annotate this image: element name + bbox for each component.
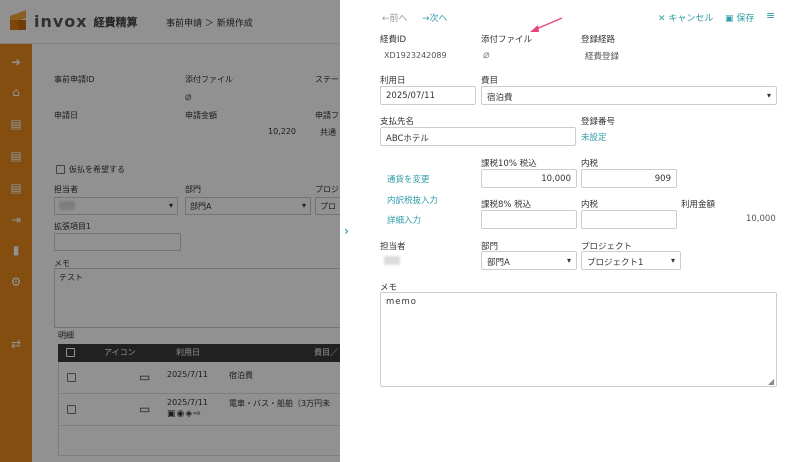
next-button[interactable]: →次へ — [422, 11, 448, 24]
expense-id-value: XD1923242089 — [384, 51, 447, 60]
inner-tax8-input[interactable] — [581, 210, 677, 229]
inner-tax10-input[interactable]: 909 — [581, 169, 677, 188]
arrow-left-icon: ← — [382, 14, 390, 24]
payee-input[interactable]: ABCホテル — [380, 127, 576, 146]
reg-no-label: 登録番号 — [581, 117, 616, 127]
change-currency-link[interactable]: 通貨を変更 — [387, 173, 430, 185]
assignee-blurred — [384, 256, 400, 265]
arrow-right-icon: → — [422, 14, 430, 24]
expense-detail-panel: ←前へ →次へ ✕ キャンセル ▣ 保存 ≡ 経費ID XD1923242089… — [358, 0, 800, 462]
payee-label: 支払先名 — [380, 117, 415, 127]
project-select[interactable]: プロジェクト1 — [581, 251, 681, 270]
menu-icon[interactable]: ≡ — [766, 9, 775, 22]
category-select[interactable]: 宿泊費 — [481, 86, 777, 105]
tax10-label: 課税10% 税込 — [481, 159, 537, 169]
detail-input-link[interactable]: 詳細入力 — [387, 214, 421, 226]
total-label: 利用金額 — [681, 200, 716, 210]
chevron-right-icon: › — [344, 224, 349, 238]
reg-no-link[interactable]: 未設定 — [581, 131, 607, 143]
route-label: 登録経路 — [581, 35, 616, 45]
app-root: invox 経費精算 事前申請 ＞ 新規作成 ➜ ⌂ ▤ ▤ ▤ ⇥ ▮ ⚙ ⇄… — [0, 0, 800, 462]
route-value: 経費登録 — [585, 52, 620, 62]
save-icon: ▣ — [725, 14, 734, 24]
use-date-input[interactable]: 2025/07/11 — [380, 86, 476, 105]
prev-button[interactable]: ←前へ — [382, 11, 408, 24]
inner-tax8-label: 内税 — [581, 200, 599, 210]
memo-textarea[interactable]: memo — [380, 292, 777, 387]
category-label: 費目 — [481, 76, 499, 86]
close-icon: ✕ — [658, 14, 666, 24]
tax10-input[interactable]: 10,000 — [481, 169, 577, 188]
total-value: 10,000 — [746, 214, 776, 224]
tax8-input[interactable] — [481, 210, 577, 229]
cancel-button[interactable]: ✕ キャンセル — [658, 11, 713, 24]
dept-select[interactable]: 部門A — [481, 251, 577, 270]
collapse-panel-handle[interactable]: › — [340, 0, 358, 462]
resize-handle-icon[interactable]: ◢ — [768, 377, 774, 386]
attachment-label: 添付ファイル — [481, 35, 533, 45]
expense-id-label: 経費ID — [380, 35, 407, 45]
assignee-value — [384, 256, 400, 266]
tax8-label: 課税8% 税込 — [481, 200, 532, 210]
paperclip-icon[interactable]: ⌀ — [483, 48, 490, 61]
assignee-label: 担当者 — [380, 242, 406, 252]
tax-breakdown-link[interactable]: 内訳税抜入力 — [387, 194, 438, 206]
save-button[interactable]: ▣ 保存 — [725, 11, 754, 24]
use-date-label: 利用日 — [380, 76, 406, 86]
modal-backdrop[interactable] — [0, 0, 340, 462]
inner-tax10-label: 内税 — [581, 159, 599, 169]
